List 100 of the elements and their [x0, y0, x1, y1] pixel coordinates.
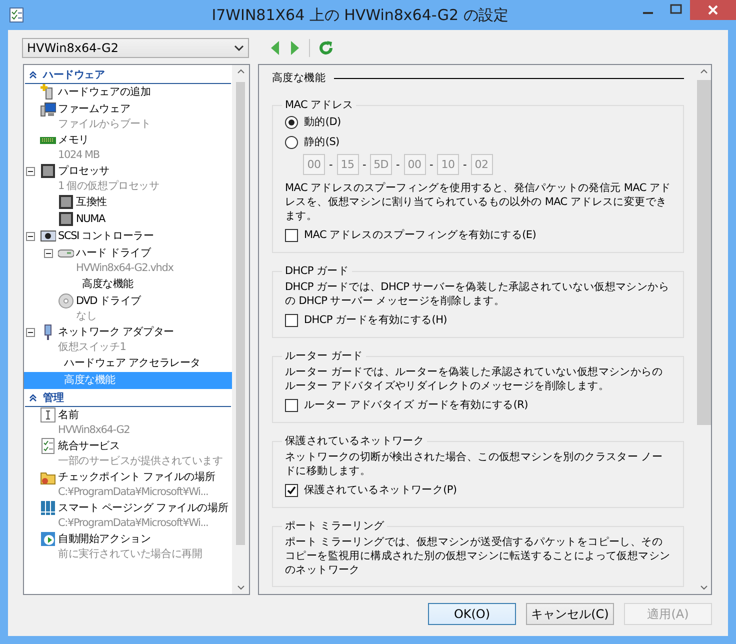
tree-item[interactable]: スマート ページング ファイルの場所 C:¥ProgramData¥Microsoft¥Wi...: [24, 500, 232, 531]
checkbox[interactable]: [285, 398, 298, 412]
chip-icon: [58, 211, 74, 227]
tree-item[interactable]: ハード ドライブ HVWin8x64-G2.vhdx: [24, 245, 232, 276]
collapse-box-icon[interactable]: [26, 232, 35, 241]
group-title: DHCP ガード: [284, 264, 350, 278]
item-label: 自動開始アクション: [58, 532, 152, 547]
tree-item[interactable]: 高度な機能: [24, 276, 232, 293]
controller-icon: [40, 228, 56, 244]
item-label: 互換性: [76, 195, 107, 210]
radio-button[interactable]: [285, 136, 298, 148]
item-detail: C:¥ProgramData¥Microsoft¥Wi...: [58, 516, 210, 531]
text-cursor-icon: [40, 407, 56, 423]
item-label: 高度な機能: [82, 277, 134, 292]
item-label: プロセッサ: [58, 164, 111, 179]
settings-window-icon: [8, 6, 26, 24]
chevron-down-icon: [234, 45, 244, 51]
chip-icon: [58, 194, 74, 210]
close-icon[interactable]: [690, 0, 736, 20]
item-label: 高度な機能: [64, 373, 116, 388]
item-label: 統合サービス: [58, 439, 121, 454]
item-label: チェックポイント ファイルの場所: [58, 470, 216, 485]
disc-icon: [58, 293, 74, 309]
description-text: ポート ミラーリングでは、仮想マシンが送受信するパケットをコピーし、そのコピーを監視用に構成された別の仮想マシンに転送することによって仮想マシンのネットワーク: [285, 535, 671, 577]
group-title: ポート ミラーリング: [284, 519, 386, 533]
tree-item[interactable]: ハードウェア アクセラレータ: [24, 355, 232, 372]
tree-item[interactable]: SCSI コントローラー: [24, 228, 232, 245]
tree-item[interactable]: ハードウェアの追加: [24, 84, 232, 101]
tree-item[interactable]: 互換性: [24, 194, 232, 211]
description-text: ネットワークの切断が検出された場合、この仮想マシンを別のクラスター ノードに移動します。: [285, 450, 664, 478]
collapse-box-icon[interactable]: [26, 167, 35, 176]
scroll-down-icon[interactable]: [236, 585, 244, 590]
play-icon: [40, 531, 56, 547]
refresh-icon[interactable]: [318, 40, 334, 56]
section-header[interactable]: ハードウェア: [25, 66, 231, 84]
item-label: メモリ: [58, 133, 90, 148]
scrollbar[interactable]: [232, 65, 249, 594]
item-label: NUMA: [76, 212, 105, 227]
description-text: ルーター ガードでは、ルーターを偽装した承認されていない仮想マシンからのルーター アドバタイズやリダイレクトのメッセージを削除します。: [285, 365, 664, 393]
separator-text: -: [396, 158, 400, 170]
tree-item[interactable]: チェックポイント ファイルの場所 C:¥ProgramData¥Microsoft¥Wi...: [24, 469, 232, 500]
scroll-thumb[interactable]: [696, 80, 710, 425]
item-detail: C:¥ProgramData¥Microsoft¥Wi...: [58, 485, 210, 500]
dialog-button[interactable]: キャンセル(C): [526, 603, 614, 625]
radio-option[interactable]: 動的(D): [285, 112, 671, 132]
checkbox-option[interactable]: MAC アドレスのスプーフィングを有効にする(E): [285, 225, 671, 245]
section-title: ハードウェア: [43, 68, 105, 82]
checkbox[interactable]: [285, 228, 298, 242]
separator-text: -: [463, 158, 466, 170]
separator-text: -: [362, 158, 366, 170]
checkbox-option[interactable]: DHCP ガードを有効にする(H): [285, 310, 671, 330]
item-detail: HVWin8x64-G2: [58, 423, 130, 438]
dialog-button[interactable]: OK(O): [428, 603, 516, 625]
tree-item[interactable]: 統合サービス 一部のサービスが提供されています: [24, 438, 232, 469]
item-label: ハードウェアの追加: [58, 85, 151, 100]
item-label: 名前: [58, 408, 80, 423]
item-label: ハード ドライブ: [76, 246, 152, 261]
separator-text: -: [430, 158, 433, 170]
checkbox[interactable]: [285, 484, 298, 496]
item-label: ネットワーク アダプター: [58, 325, 174, 340]
item-label: ハードウェア アクセラレータ: [64, 356, 201, 371]
item-detail: 一部のサービスが提供されています: [58, 454, 223, 469]
item-detail: HVWin8x64-G2.vhdx: [76, 261, 174, 276]
radio-option[interactable]: 静的(S): [285, 132, 671, 152]
item-label: SCSI コントローラー: [58, 229, 154, 244]
scroll-thumb[interactable]: [236, 82, 245, 545]
scroll-up-icon[interactable]: [700, 69, 708, 74]
item-detail: 前に実行されていた場合に再開: [58, 547, 202, 562]
item-detail: 仮想スイッチ1: [58, 340, 127, 355]
item-label: DVD ドライブ: [76, 294, 141, 309]
server-icon: [40, 500, 56, 516]
checkbox-option[interactable]: ルーター アドバタイズ ガードを有効にする(R): [285, 395, 671, 415]
description-text: MAC アドレスのスプーフィングを使用すると、発信パケットの発信元 MAC アドレスを、仮想マシンに割り当てられているもの以外の MAC アドレスに変更できます。: [285, 181, 671, 223]
tree-item[interactable]: プロセッサ 1 個の仮想プロセッサ: [24, 163, 232, 194]
checkbox[interactable]: [285, 314, 298, 326]
collapse-box-icon[interactable]: [44, 249, 53, 258]
tree-item[interactable]: ファームウェア ファイルからブート: [24, 101, 232, 132]
chip-icon: [40, 163, 56, 179]
item-detail: 1024 MB: [58, 148, 100, 163]
tree-item[interactable]: 自動開始アクション 前に実行されていた場合に再開: [24, 531, 232, 562]
scroll-down-icon[interactable]: [700, 585, 708, 590]
tree-item[interactable]: ネットワーク アダプター 仮想スイッチ1: [24, 324, 232, 355]
collapse-chevron-icon: [29, 394, 37, 402]
scroll-up-icon[interactable]: [236, 69, 244, 74]
item-label: スマート ページング ファイルの場所: [58, 501, 228, 516]
radio-button[interactable]: [285, 116, 298, 128]
tree-item[interactable]: メモリ 1024 MB: [24, 132, 232, 163]
collapse-box-icon[interactable]: [26, 328, 35, 337]
tree-item[interactable]: NUMA: [24, 211, 232, 228]
section-header[interactable]: 管理: [25, 389, 231, 407]
checkbox-option[interactable]: 保護されているネットワーク(P): [285, 480, 671, 500]
item-detail: 1 個の仮想プロセッサ: [58, 179, 160, 194]
vm-dropdown[interactable]: HVWin8x64-G2: [22, 38, 249, 58]
collapse-chevron-icon: [29, 70, 37, 78]
checklist-icon: [40, 438, 56, 454]
tree-item[interactable]: DVD ドライブ なし: [24, 293, 232, 324]
item-label: ファームウェア: [58, 102, 132, 117]
tree-item[interactable]: 名前 HVWin8x64-G2: [24, 407, 232, 438]
separator-text: -: [329, 158, 332, 170]
group-title: 保護されているネットワーク: [284, 434, 426, 448]
